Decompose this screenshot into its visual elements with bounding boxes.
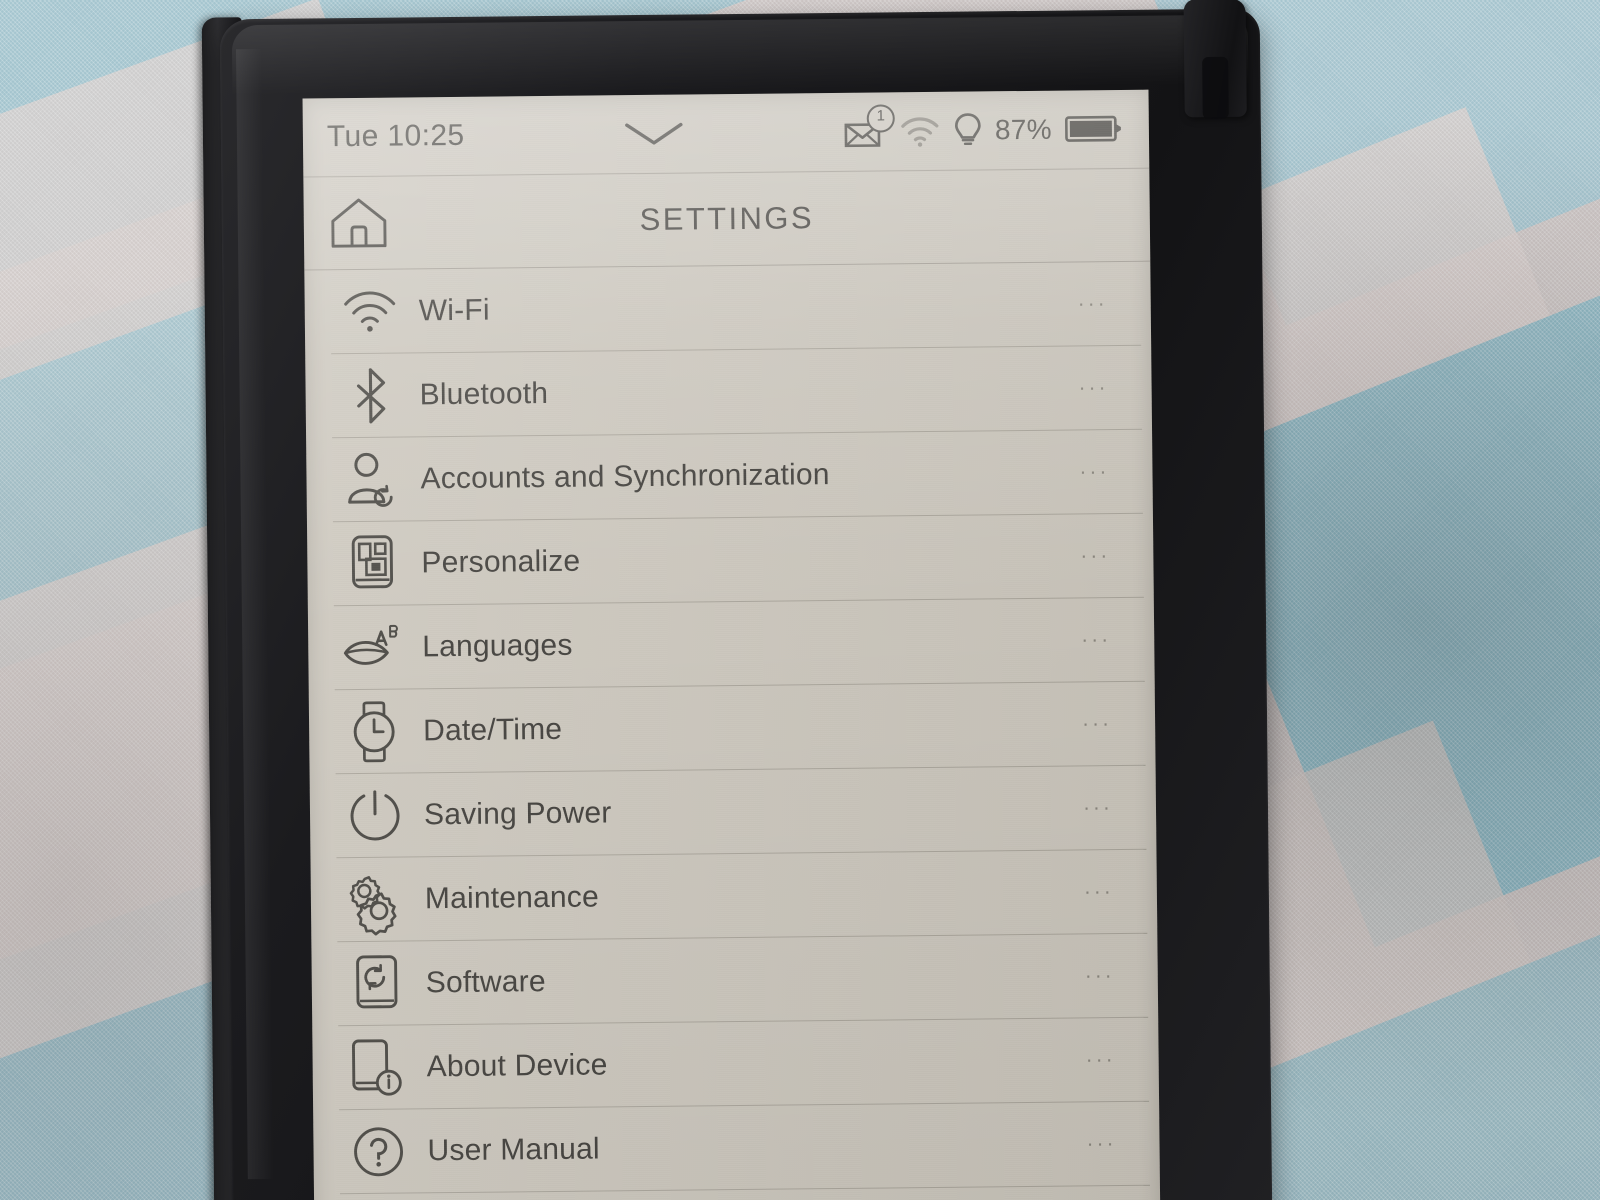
battery-full-icon	[1064, 114, 1123, 145]
row-more-indicator[interactable]: ···	[1065, 1131, 1159, 1156]
settings-row-label: Wi-Fi	[418, 293, 490, 327]
watch-clock-icon	[343, 700, 406, 763]
settings-row-label: About Device	[426, 1047, 608, 1083]
eink-screen: Tue 10:25 1 87% SETTINGS Wi-Fi ··· Bluet…	[302, 89, 1161, 1200]
row-more-indicator[interactable]: ···	[1065, 1047, 1159, 1072]
row-more-indicator[interactable]: ···	[1064, 963, 1158, 988]
account-sync-icon	[340, 448, 403, 511]
settings-row-label: Date/Time	[422, 712, 563, 747]
settings-row-label: Personalize	[421, 544, 581, 579]
bluetooth-icon	[339, 364, 402, 427]
case-corner-clip-inner	[1202, 56, 1229, 120]
settings-row-personalize[interactable]: Personalize ···	[307, 514, 1154, 606]
settings-row-bluetooth[interactable]: Bluetooth ···	[305, 346, 1152, 438]
status-bar: Tue 10:25 1 87%	[303, 90, 1150, 177]
question-circle-icon	[347, 1120, 410, 1183]
page-title: SETTINGS	[639, 200, 815, 238]
settings-row-user-manual[interactable]: User Manual ···	[313, 1102, 1160, 1194]
settings-row-software[interactable]: Software ···	[311, 934, 1158, 1026]
row-more-indicator[interactable]: ···	[1061, 711, 1155, 736]
row-more-indicator[interactable]: ···	[1057, 291, 1151, 316]
title-bar: SETTINGS	[303, 169, 1150, 270]
row-more-indicator[interactable]: ···	[1057, 375, 1151, 400]
settings-row-wifi[interactable]: Wi-Fi ···	[304, 262, 1151, 354]
wifi-icon[interactable]	[899, 115, 941, 147]
status-bar-center[interactable]	[464, 118, 844, 150]
lightbulb-icon[interactable]	[954, 112, 982, 148]
personalize-icon	[341, 532, 404, 595]
screenshot-scene: Tue 10:25 1 87% SETTINGS Wi-Fi ··· Bluet…	[0, 0, 1600, 1200]
wifi-icon	[338, 280, 401, 343]
gears-icon	[345, 868, 408, 935]
mail-icon[interactable]: 1	[844, 104, 895, 148]
status-time: Tue 10:25	[326, 118, 465, 154]
settings-row-label: Maintenance	[424, 879, 600, 915]
row-more-indicator[interactable]: ···	[1060, 627, 1154, 652]
settings-list: Wi-Fi ··· Bluetooth ··· Accounts and Syn…	[304, 262, 1160, 1195]
ereader-device: Tue 10:25 1 87% SETTINGS Wi-Fi ··· Bluet…	[201, 0, 1277, 1200]
chevron-down-icon[interactable]	[623, 120, 685, 149]
settings-row-label: Bluetooth	[419, 376, 549, 411]
device-info-icon	[346, 1036, 409, 1099]
row-more-indicator[interactable]: ···	[1063, 879, 1157, 904]
settings-row-label: Saving Power	[423, 795, 612, 831]
languages-lips-icon	[342, 616, 405, 679]
settings-row-label: Software	[425, 964, 546, 999]
row-more-indicator[interactable]: ···	[1062, 795, 1156, 820]
settings-row-label: Accounts and Synchronization	[420, 457, 830, 495]
settings-row-datetime[interactable]: Date/Time ···	[309, 682, 1156, 774]
settings-row-accounts[interactable]: Accounts and Synchronization ···	[306, 430, 1153, 522]
row-more-indicator[interactable]: ···	[1059, 543, 1153, 568]
status-indicators: 1 87%	[844, 104, 1123, 150]
settings-row-label: User Manual	[427, 1131, 600, 1167]
settings-row-languages[interactable]: Languages ···	[308, 598, 1155, 690]
row-more-indicator[interactable]: ···	[1058, 459, 1152, 484]
settings-row-saving-power[interactable]: Saving Power ···	[310, 766, 1157, 858]
mail-badge-count: 1	[866, 104, 895, 133]
battery-percent: 87%	[994, 113, 1053, 146]
settings-row-maintenance[interactable]: Maintenance ···	[310, 850, 1157, 942]
power-icon	[344, 784, 407, 847]
settings-row-about-device[interactable]: About Device ···	[312, 1018, 1159, 1110]
software-refresh-icon	[345, 952, 408, 1015]
settings-row-label: Languages	[422, 628, 573, 663]
